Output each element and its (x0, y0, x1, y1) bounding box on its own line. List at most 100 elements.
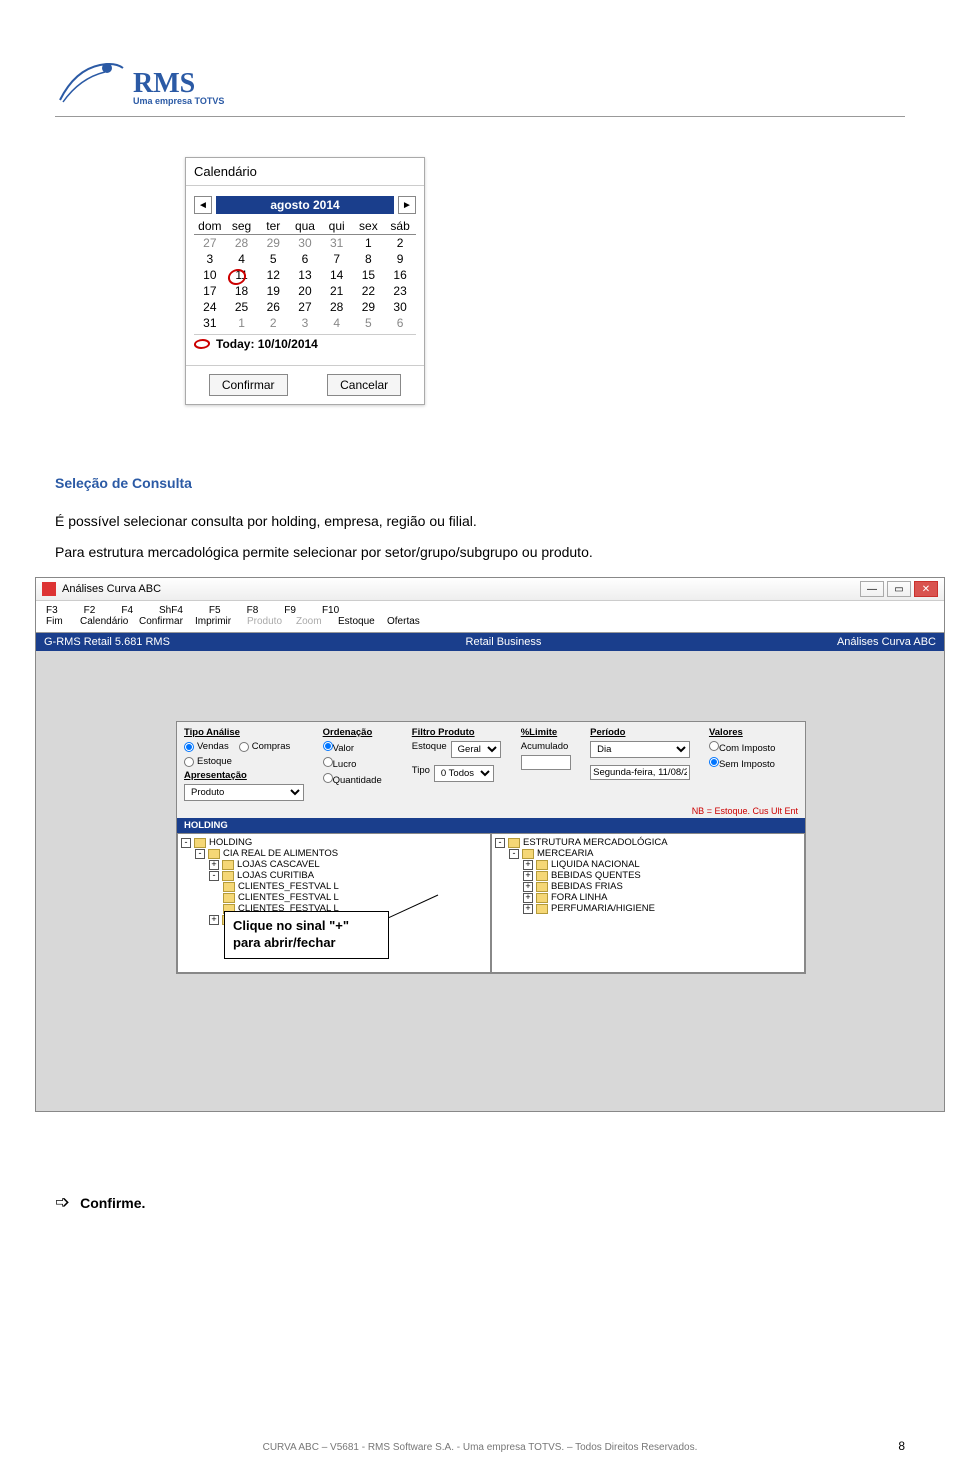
expand-icon[interactable]: + (523, 871, 533, 881)
calendar-confirm-button[interactable]: Confirmar (209, 374, 288, 396)
radio-estoque[interactable]: Estoque (184, 756, 232, 767)
expand-icon[interactable]: + (523, 893, 533, 903)
tree-item[interactable]: +PERFUMARIA/HIGIENE (495, 903, 801, 914)
expand-icon[interactable]: + (209, 915, 219, 925)
cal-day[interactable]: 26 (257, 299, 289, 315)
expand-icon[interactable]: - (509, 849, 519, 859)
cal-day[interactable]: 15 (353, 267, 385, 283)
cal-day[interactable]: 4 (321, 315, 353, 331)
cal-day[interactable]: 17 (194, 283, 226, 299)
cal-day[interactable]: 4 (226, 251, 258, 267)
cal-day[interactable]: 10 (194, 267, 226, 283)
cal-day[interactable]: 28 (321, 299, 353, 315)
cal-day[interactable]: 1 (353, 235, 385, 252)
calendar-next-button[interactable]: ► (398, 196, 416, 214)
radio-compras[interactable]: Compras (239, 741, 291, 752)
cal-day[interactable]: 30 (384, 299, 416, 315)
menu-item[interactable]: Imprimir (195, 616, 243, 627)
calendar-cancel-button[interactable]: Cancelar (327, 374, 401, 396)
cal-day[interactable]: 9 (384, 251, 416, 267)
close-button[interactable]: ✕ (914, 581, 938, 597)
cal-day[interactable]: 22 (353, 283, 385, 299)
radio-com-imposto[interactable]: Com Imposto (709, 741, 798, 754)
menu-item[interactable]: Zoom (296, 616, 334, 627)
cal-day[interactable]: 27 (289, 299, 321, 315)
periodo-select[interactable]: Dia (590, 741, 690, 758)
expand-icon[interactable]: - (181, 838, 191, 848)
menu-item[interactable]: Ofertas (387, 616, 420, 627)
estoque-select[interactable]: Geral (451, 741, 501, 758)
menu-item[interactable]: Confirmar (139, 616, 191, 627)
tree-item[interactable]: +FORA LINHA (495, 892, 801, 903)
radio-valor[interactable]: Valor (323, 741, 402, 754)
menu-item[interactable]: Produto (247, 616, 292, 627)
cal-day[interactable]: 1 (226, 315, 258, 331)
cal-day[interactable]: 31 (321, 235, 353, 252)
cal-day[interactable]: 18 (226, 283, 258, 299)
cal-day-header: seg (226, 218, 258, 235)
menu-item[interactable]: Calendário (80, 616, 135, 627)
cal-day[interactable]: 6 (289, 251, 321, 267)
expand-icon[interactable]: - (495, 838, 505, 848)
expand-icon[interactable]: + (523, 882, 533, 892)
tree-item[interactable]: +BEBIDAS FRIAS (495, 881, 801, 892)
cal-day[interactable]: 8 (353, 251, 385, 267)
calendar-prev-button[interactable]: ◄ (194, 196, 212, 214)
menu-item[interactable]: Fim (46, 616, 76, 627)
tree-item[interactable]: -MERCEARIA (495, 848, 801, 859)
limite-input[interactable] (521, 755, 571, 770)
tree-item[interactable]: CLIENTES_FESTVAL L (181, 881, 487, 892)
tree-item[interactable]: -ESTRUTURA MERCADOLÓGICA (495, 837, 801, 848)
cal-day[interactable]: 12 (257, 267, 289, 283)
cal-day[interactable]: 28 (226, 235, 258, 252)
cal-day[interactable]: 19 (257, 283, 289, 299)
tree-item[interactable]: +LIQUIDA NACIONAL (495, 859, 801, 870)
group-label: %Limite (521, 727, 580, 738)
apresentacao-select[interactable]: Produto (184, 784, 304, 801)
cal-day[interactable]: 30 (289, 235, 321, 252)
cal-day[interactable]: 14 (321, 267, 353, 283)
expand-icon[interactable]: + (209, 860, 219, 870)
tipo-select[interactable]: 0 Todos (434, 765, 494, 782)
cal-day[interactable]: 27 (194, 235, 226, 252)
cal-day[interactable]: 2 (384, 235, 416, 252)
cal-day[interactable]: 5 (353, 315, 385, 331)
cal-day[interactable]: 29 (257, 235, 289, 252)
group-label: Período (590, 727, 699, 738)
expand-icon[interactable]: + (523, 904, 533, 914)
tree-item[interactable]: +BEBIDAS QUENTES (495, 870, 801, 881)
tree-mercadologica[interactable]: -ESTRUTURA MERCADOLÓGICA-MERCEARIA+LIQUI… (491, 833, 805, 973)
cal-day[interactable]: 13 (289, 267, 321, 283)
radio-vendas[interactable]: Vendas (184, 741, 229, 752)
maximize-button[interactable]: ▭ (887, 581, 911, 597)
cal-day[interactable]: 6 (384, 315, 416, 331)
cal-day[interactable]: 2 (257, 315, 289, 331)
cal-day[interactable]: 20 (289, 283, 321, 299)
tree-item[interactable]: -HOLDING (181, 837, 487, 848)
cal-day[interactable]: 7 (321, 251, 353, 267)
cal-day[interactable]: 29 (353, 299, 385, 315)
cal-day[interactable]: 5 (257, 251, 289, 267)
cal-day-selected[interactable]: 11 (226, 267, 258, 283)
cal-day[interactable]: 21 (321, 283, 353, 299)
expand-icon[interactable]: - (195, 849, 205, 859)
today-label[interactable]: Today: 10/10/2014 (216, 337, 318, 351)
cal-day[interactable]: 3 (194, 251, 226, 267)
cal-day[interactable]: 23 (384, 283, 416, 299)
radio-lucro[interactable]: Lucro (323, 757, 402, 770)
cal-day[interactable]: 31 (194, 315, 226, 331)
expand-icon[interactable]: + (523, 860, 533, 870)
menu-item[interactable]: Estoque (338, 616, 383, 627)
tree-item[interactable]: +LOJAS CASCAVEL (181, 859, 487, 870)
tree-item[interactable]: -CIA REAL DE ALIMENTOS (181, 848, 487, 859)
radio-sem-imposto[interactable]: Sem Imposto (709, 757, 798, 770)
tree-item[interactable]: -LOJAS CURITIBA (181, 870, 487, 881)
cal-day[interactable]: 16 (384, 267, 416, 283)
cal-day[interactable]: 24 (194, 299, 226, 315)
radio-quantidade[interactable]: Quantidade (323, 773, 402, 786)
data-input[interactable] (590, 765, 690, 780)
expand-icon[interactable]: - (209, 871, 219, 881)
cal-day[interactable]: 3 (289, 315, 321, 331)
cal-day[interactable]: 25 (226, 299, 258, 315)
minimize-button[interactable]: — (860, 581, 884, 597)
